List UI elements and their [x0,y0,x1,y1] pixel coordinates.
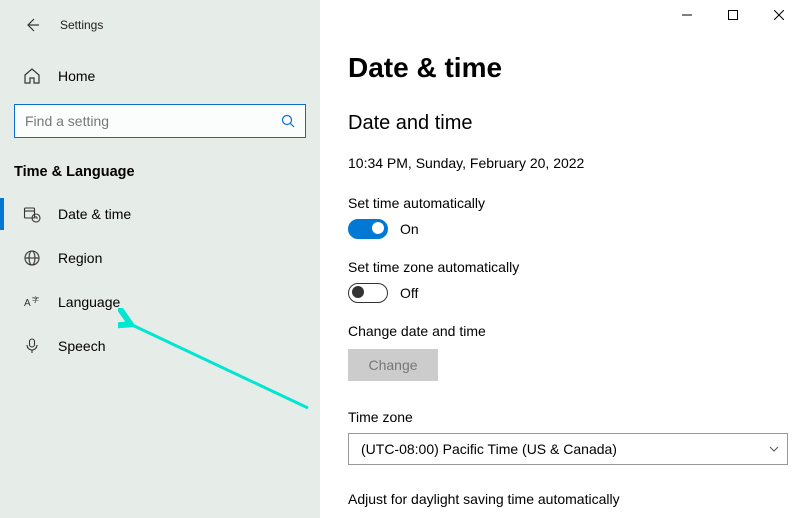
set-tz-auto-toggle[interactable] [348,283,388,303]
maximize-icon [728,10,738,20]
language-icon: A字 [22,292,42,312]
sidebar-item-date-time[interactable]: Date & time [0,192,320,236]
search-wrap [0,94,320,144]
titlebar: Settings [0,8,320,42]
timezone-label: Time zone [348,409,802,425]
back-arrow-icon [24,17,40,33]
window-controls [664,0,802,30]
sidebar-item-label: Region [58,250,102,266]
page-title: Date & time [348,52,802,84]
sidebar-home[interactable]: Home [0,58,320,94]
minimize-button[interactable] [664,0,710,30]
app-title: Settings [60,18,103,32]
sidebar-item-speech[interactable]: Speech [0,324,320,368]
globe-icon [22,248,42,268]
close-button[interactable] [756,0,802,30]
set-time-auto-state: On [400,221,419,237]
sidebar-item-label: Date & time [58,206,131,222]
sidebar-item-region[interactable]: Region [0,236,320,280]
maximize-button[interactable] [710,0,756,30]
main-content: Date & time Date and time 10:34 PM, Sund… [320,0,802,518]
search-icon [279,114,297,128]
current-datetime: 10:34 PM, Sunday, February 20, 2022 [348,155,802,171]
home-icon [22,66,42,86]
back-button[interactable] [18,11,46,39]
dst-label: Adjust for daylight saving time automati… [348,491,802,507]
sidebar-home-label: Home [58,68,95,84]
sidebar: Settings Home Time & Language Date & tim… [0,0,320,518]
sidebar-item-label: Language [58,294,120,310]
search-input[interactable] [23,112,279,130]
change-dt-label: Change date and time [348,323,802,339]
sidebar-category: Time & Language [0,144,320,192]
set-tz-auto-state: Off [400,285,418,301]
section-title: Date and time [348,112,802,135]
svg-text:A: A [24,298,31,309]
chevron-down-icon [769,441,779,457]
timezone-value: (UTC-08:00) Pacific Time (US & Canada) [361,441,617,457]
change-button: Change [348,349,438,381]
sidebar-item-language[interactable]: A字 Language [0,280,320,324]
timezone-select[interactable]: (UTC-08:00) Pacific Time (US & Canada) [348,433,788,465]
set-time-auto-label: Set time automatically [348,195,802,211]
set-time-auto-toggle[interactable] [348,219,388,239]
microphone-icon [22,336,42,356]
sidebar-item-label: Speech [58,338,105,354]
minimize-icon [682,10,692,20]
svg-text:字: 字 [32,295,39,304]
search-box[interactable] [14,104,306,138]
close-icon [774,10,784,20]
calendar-clock-icon [22,204,42,224]
set-tz-auto-label: Set time zone automatically [348,259,802,275]
